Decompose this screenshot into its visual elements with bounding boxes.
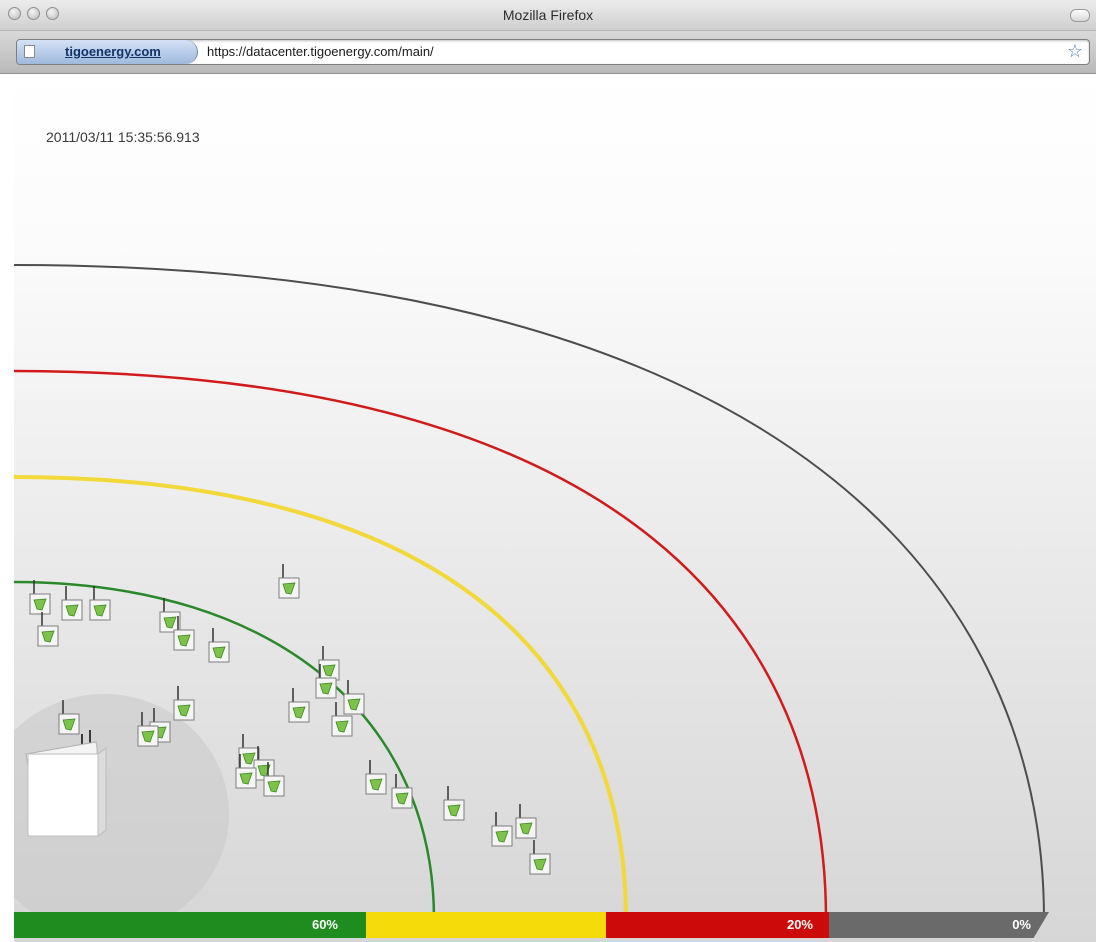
wireless-node-icon[interactable] bbox=[491, 812, 513, 847]
legend-label-0: 0% bbox=[1012, 917, 1031, 932]
wireless-node-icon[interactable] bbox=[37, 612, 59, 647]
navigation-bar: tigoenergy.com https://datacenter.tigoen… bbox=[0, 31, 1096, 74]
window-title: Mozilla Firefox bbox=[502, 7, 594, 23]
site-identity-button[interactable]: tigoenergy.com bbox=[17, 40, 198, 64]
legend-segment-60: 60% bbox=[14, 912, 366, 938]
page-viewport: 2011/03/11 15:35:56.913 60% 20% 0% bbox=[14, 74, 1096, 942]
url-text[interactable]: https://datacenter.tigoenergy.com/main/ bbox=[207, 44, 434, 59]
legend-segment-20: 20% bbox=[606, 912, 829, 938]
legend-segment-0: 0% bbox=[829, 912, 1049, 938]
legend-segment-40 bbox=[366, 912, 606, 938]
wireless-node-icon[interactable] bbox=[89, 586, 111, 621]
wireless-node-icon[interactable] bbox=[318, 646, 340, 681]
wireless-node-icon[interactable] bbox=[61, 586, 83, 621]
bookmark-star-icon[interactable]: ☆ bbox=[1067, 41, 1083, 61]
wireless-node-icon[interactable] bbox=[29, 580, 51, 615]
wireless-node-icon[interactable] bbox=[365, 760, 387, 795]
signal-strength-legend: 60% 20% 0% bbox=[14, 912, 1096, 938]
toolbar-toggle-button[interactable] bbox=[1070, 9, 1090, 22]
wireless-node-icon[interactable] bbox=[173, 686, 195, 721]
wireless-node-icon[interactable] bbox=[391, 774, 413, 809]
site-identity-label: tigoenergy.com bbox=[65, 44, 161, 59]
wireless-node-icon[interactable] bbox=[288, 688, 310, 723]
window-titlebar: Mozilla Firefox bbox=[0, 0, 1096, 31]
wireless-node-icon[interactable] bbox=[515, 804, 537, 839]
wireless-node-icon[interactable] bbox=[278, 564, 300, 599]
page-icon bbox=[24, 45, 35, 58]
legend-label-60: 60% bbox=[311, 917, 338, 932]
wireless-node-icon[interactable] bbox=[529, 840, 551, 875]
signal-range-diagram bbox=[14, 264, 1045, 934]
legend-label-20: 20% bbox=[786, 917, 813, 932]
wireless-node-icon[interactable] bbox=[343, 680, 365, 715]
address-bar[interactable]: tigoenergy.com https://datacenter.tigoen… bbox=[16, 39, 1090, 65]
wireless-node-icon[interactable] bbox=[208, 628, 230, 663]
wireless-node-icon[interactable] bbox=[443, 786, 465, 821]
